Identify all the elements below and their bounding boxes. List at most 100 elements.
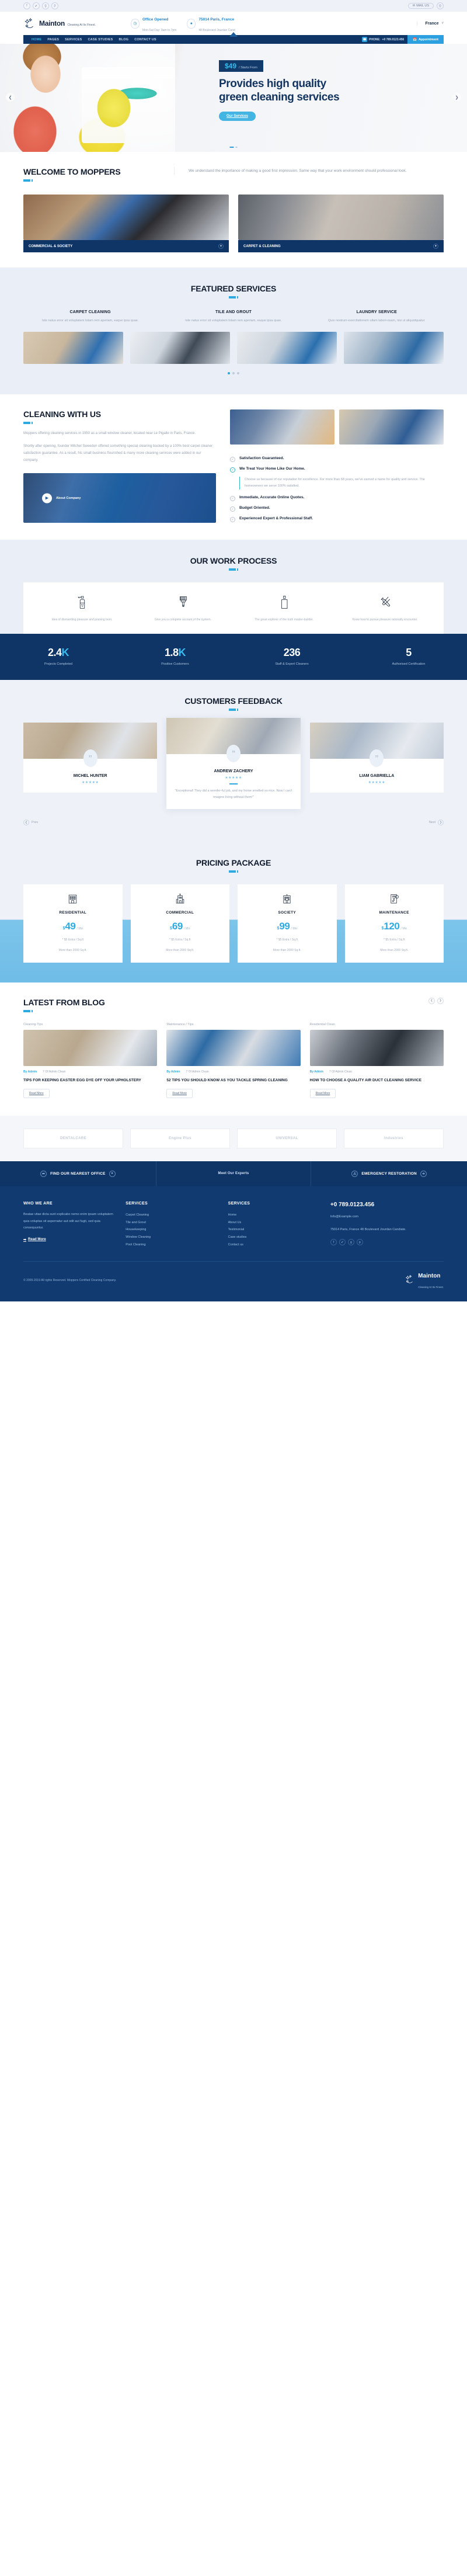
google-plus-icon[interactable]: g [347,1239,354,1246]
footer-read-more-button[interactable]: ➡ Read More [23,1238,46,1242]
footer-link[interactable]: Testimonial [228,1226,319,1234]
hours-title: Office Opened [142,18,169,22]
client-logo-dentalcare[interactable]: DENTALCARE [23,1128,123,1148]
mail-us-button[interactable]: ✉ MAIL US [407,3,434,9]
check-icon: ✓ [230,467,235,473]
feedback-next-button[interactable]: Next ❯ [429,819,444,825]
nav-phone[interactable]: ☎ PHONE: +0 789.0123.456 [362,37,407,42]
dot[interactable] [237,372,239,375]
blog-next-button[interactable]: ❯ [437,997,444,1004]
client-logo-universal[interactable]: UNIVERSAL [237,1128,337,1148]
blog-comments: 7 Of Admin Clean [329,1070,352,1074]
testimonial-card[interactable]: ” MICHEL HUNTER ★★★★★ [23,722,158,793]
footer-logo[interactable]: Mainton Cleaning At Its Finest. [405,1270,444,1291]
footer-link[interactable]: Carpet Cleaning [126,1211,216,1219]
process-step-1: Idea of dismantling pleasure and praisin… [32,594,133,623]
hero-dots[interactable] [229,147,238,148]
blog-read-more-button[interactable]: Read More [23,1088,50,1098]
title-underline [23,870,444,873]
pinterest-icon[interactable]: p [356,1239,363,1246]
blog-card[interactable]: Maintenance / Tips By Admin 7 Of Admin C… [166,1023,301,1098]
nav-item-pages[interactable]: PAGES [47,38,59,41]
hero-next-arrow[interactable]: ❯ [452,93,461,102]
testimonial-card[interactable]: ” ANDREW ZACHERY ★★★★★ "Exceptional! The… [166,717,301,809]
nav-item-home[interactable]: HOME [32,38,41,41]
feature-item-budget[interactable]: ✓ Budget Oriented. [230,504,444,514]
title-underline [23,568,444,571]
footer-link[interactable]: Window Cleaning [126,1234,216,1241]
welcome-card-label: CARPET & CLEANING [243,244,281,248]
blog-card[interactable]: Cleaning Tips By Admin 7 Of Admin Clean … [23,1023,158,1098]
plus-icon[interactable]: + [433,244,438,249]
gallery-image[interactable] [237,332,337,364]
hero-cta-button[interactable]: Our Services [219,112,256,121]
footer-link[interactable]: Case studies [228,1234,319,1241]
featured-col-tile-and-grout[interactable]: TILE AND GROUT Iste natus error sit volu… [166,310,300,324]
blog-card[interactable]: Residential Clean By Admin 7 Of Admin Cl… [309,1023,444,1098]
nav-item-contact-us[interactable]: CONTACT US [134,38,156,41]
plus-icon[interactable]: + [218,244,224,249]
footer-email[interactable]: Info@Example.com [330,1214,444,1221]
cta-find-office[interactable]: ➦ FIND OUR NEAREST OFFICE ● [0,1161,156,1186]
search-icon[interactable]: ⚲ [437,2,444,9]
pricing-card-maintenance[interactable]: MAINTENANCE $ 120 / Mo * $5 Extra / Sq.f… [344,884,444,963]
footer-link[interactable]: Contact us [228,1241,319,1249]
featured-col-laundry-service[interactable]: LAUNDRY SERVICE Quis nostrum exercitatio… [310,310,444,324]
nav-item-case-studies[interactable]: CASE STUDIES [88,38,113,41]
pricing-card-commercial[interactable]: COMMERCIAL $ 69 / Mo * $5 Extra / Sq.ft … [130,884,229,963]
pinterest-icon[interactable]: p [51,2,58,9]
counter-label: Staff & Expert Cleaners [275,662,309,666]
blog-cards: Cleaning Tips By Admin 7 Of Admin Clean … [23,1023,444,1098]
blog-prev-button[interactable]: ❮ [428,997,435,1004]
gallery-image[interactable] [344,332,444,364]
logo[interactable]: Mainton Cleaning At Its Finest. [23,17,96,30]
testimonial-card[interactable]: ” LIAM GABRIELLA ★★★★★ [309,722,444,793]
footer-link[interactable]: Pool Cleaning [126,1241,216,1249]
client-logo-engine-plus[interactable]: Engine Plus [130,1128,230,1148]
cta-meet-experts[interactable]: Meet Our Experts [155,1161,312,1186]
client-logo-industries[interactable]: Industries [344,1128,444,1148]
featured-carousel-dots[interactable] [23,372,444,375]
language-selector[interactable]: France ˅ [416,21,444,26]
about-company-video[interactable]: ▶ About Company [23,473,216,523]
feedback-prev-button[interactable]: ❮ Prev [23,819,39,825]
twitter-icon[interactable]: ✔ [33,2,40,9]
twitter-icon[interactable]: ✔ [339,1239,346,1246]
blog-read-more-button[interactable]: Read More [166,1088,193,1098]
gallery-image[interactable] [23,332,123,364]
blog-post-title: HOW TO CHOOSE A QUALITY AIR DUCT CLEANIN… [309,1078,422,1082]
feature-item-satisfaction[interactable]: ✓ Satisfaction Guaranteed. [230,454,444,464]
appointment-button[interactable]: 📅 Appointment [407,35,444,44]
blog-read-more-button[interactable]: Read More [309,1088,336,1098]
footer-link[interactable]: Housekeeping [126,1226,216,1234]
plan-amount: 120 [384,920,400,932]
footer-link[interactable]: About Us [228,1219,319,1227]
cta-emergency-restoration[interactable]: ⚠ EMERGENCY RESTORATION ➜ [311,1161,467,1186]
counters-strip: 2.4K Projects Completed 1.8K Positive Cu… [0,633,467,680]
dot[interactable] [232,372,235,375]
feature-item-staff[interactable]: ✓ Experienced Expert & Professional Staf… [230,514,444,525]
footer-link[interactable]: Home [228,1211,319,1219]
nav-item-blog[interactable]: BLOG [119,38,129,41]
hero-prev-arrow[interactable]: ❮ [6,93,15,102]
footer-phone[interactable]: +0 789.0123.456 [330,1202,444,1208]
dot[interactable] [228,372,230,375]
cleaning-image [339,409,444,445]
welcome-card-carpet[interactable]: CARPET & CLEANING + [238,195,444,252]
facebook-icon[interactable]: f [23,2,30,9]
facebook-icon[interactable]: f [330,1239,337,1246]
featured-col-carpet-cleaning[interactable]: CARPET CLEANING Iste natus error sit vol… [23,310,157,324]
pricing-card-residential[interactable]: RESIDENTIAL $ 49 / Mo * $5 Extra / Sq.ft… [23,884,123,963]
footer-link[interactable]: Tile and Grout [126,1219,216,1227]
feature-item-quotes[interactable]: ✓ Immediate, Accurate Online Quotes. [230,493,444,504]
prev-label: Prev [32,820,39,824]
pricing-card-society[interactable]: SOCIETY $ 99 / Mo * $5 Extra / Sq.ft Mor… [238,884,337,963]
feature-title: Experienced Expert & Professional Staff. [239,516,313,521]
welcome-card-commercial[interactable]: COMMERCIAL & SOCIETY + [23,195,229,252]
play-icon[interactable]: ▶ [42,493,52,504]
google-plus-icon[interactable]: g [42,2,49,9]
gallery-image[interactable] [130,332,230,364]
nav-item-services[interactable]: SERVICES [65,38,82,41]
feature-item-home[interactable]: ✓ We Treat Your Home Like Our Home. [230,464,444,475]
customers-feedback-section: CUSTOMERS FEEDBACK ” MICHEL HUNTER ★★★★★… [0,679,467,843]
